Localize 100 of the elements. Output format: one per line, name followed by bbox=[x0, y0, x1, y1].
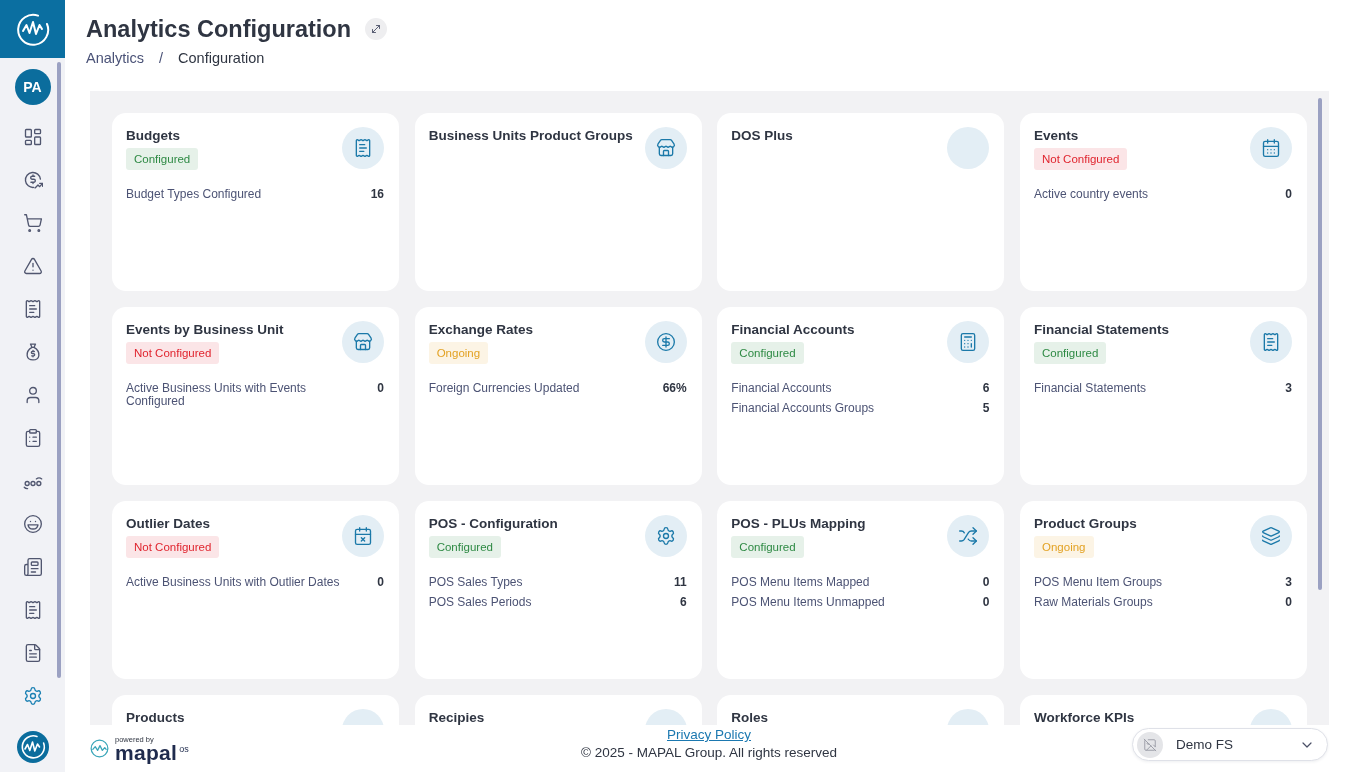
stat-value: 6 bbox=[679, 595, 687, 609]
config-card[interactable]: Budgets Configured Budget Types Configured 16 bbox=[112, 113, 399, 291]
config-card[interactable]: Products bbox=[112, 695, 399, 725]
receipt-icon bbox=[1250, 321, 1292, 363]
config-card[interactable]: Events Not Configured Active country events 0 bbox=[1020, 113, 1307, 291]
stat-label: Budget Types Configured bbox=[126, 187, 262, 201]
stat-label: Financial Accounts bbox=[731, 381, 832, 395]
config-card[interactable]: Product Groups Ongoing POS Menu Item Groups 3 Raw Materials Groups 0 bbox=[1020, 501, 1307, 679]
card-title: Outlier Dates bbox=[126, 515, 211, 531]
image-icon bbox=[1137, 731, 1163, 758]
card-title: DOS Plus bbox=[731, 127, 793, 143]
stat-value: 0 bbox=[982, 575, 990, 589]
breadcrumb-separator: / bbox=[159, 50, 164, 66]
stat-value: 0 bbox=[1285, 187, 1292, 201]
breadcrumb-link[interactable]: Analytics bbox=[86, 50, 145, 66]
settings-icon bbox=[644, 515, 687, 557]
status-badge: Configured bbox=[428, 535, 501, 558]
config-card[interactable]: POS - PLUs Mapping Configured POS Menu Items Mapped 0 POS Menu Items Unmapped 0 bbox=[717, 501, 1005, 679]
config-card[interactable]: DOS Plus bbox=[717, 113, 1005, 291]
settings-icon bbox=[22, 685, 43, 706]
config-card[interactable]: Exchange Rates Ongoing Foreign Currencies Updated 66% bbox=[414, 307, 702, 485]
config-card[interactable]: Financial Accounts Configured Financial Accounts 6 Financial Accounts Groups 5 bbox=[717, 307, 1005, 485]
stat-label: POS Menu Items Unmapped bbox=[731, 595, 885, 609]
brand-suffix: os bbox=[179, 743, 189, 754]
newspaper-icon bbox=[22, 556, 43, 577]
stat-value: 3 bbox=[1285, 381, 1292, 395]
stat-label: Active Business Units with Events Configured bbox=[126, 381, 308, 408]
card-title: Products bbox=[126, 709, 185, 725]
card-title: Business Units Product Groups bbox=[428, 127, 633, 143]
config-card[interactable]: Roles bbox=[717, 695, 1005, 725]
card-title: POS - PLUs Mapping bbox=[731, 515, 866, 531]
card-title: Events bbox=[1034, 127, 1079, 143]
smiley-icon bbox=[22, 513, 43, 534]
stat-value: 0 bbox=[377, 381, 384, 395]
logo-icon[interactable] bbox=[15, 12, 50, 46]
card-title: Recipies bbox=[428, 709, 485, 725]
card-title: Exchange Rates bbox=[428, 321, 533, 337]
warning-icon bbox=[22, 255, 43, 276]
page-title: Analytics Configuration bbox=[86, 15, 352, 44]
shuffle-icon bbox=[947, 515, 990, 557]
card-title: Workforce KPIs bbox=[1034, 709, 1135, 725]
config-card[interactable]: Business Units Product Groups bbox=[414, 113, 702, 291]
config-card[interactable]: Workforce KPIs bbox=[1020, 695, 1307, 725]
card-title: Financial Accounts bbox=[731, 321, 855, 337]
stat-label: POS Menu Item Groups bbox=[1034, 575, 1163, 589]
card-title: Financial Statements bbox=[1034, 321, 1170, 337]
scrollbar[interactable] bbox=[1318, 98, 1322, 590]
store-icon bbox=[342, 321, 384, 363]
expand-button[interactable] bbox=[365, 18, 388, 40]
circle-icon bbox=[947, 127, 990, 169]
privacy-link[interactable]: Privacy Policy bbox=[667, 726, 751, 743]
config-card[interactable]: Recipies bbox=[414, 695, 702, 725]
stat-label: POS Menu Items Mapped bbox=[731, 575, 870, 589]
stat-label: POS Sales Periods bbox=[428, 595, 532, 609]
stat-value: 0 bbox=[1285, 595, 1292, 609]
copyright-text: © 2025 - MAPAL Group. All rights reserved bbox=[580, 744, 838, 761]
config-card[interactable]: POS - Configuration Configured POS Sales Types 11 POS Sales Periods 6 bbox=[414, 501, 702, 679]
stat-value: 3 bbox=[1285, 575, 1292, 589]
status-badge: Ongoing bbox=[1034, 535, 1094, 558]
status-badge: Configured bbox=[731, 341, 804, 364]
stat-value: 66% bbox=[662, 381, 687, 395]
status-badge: Configured bbox=[731, 535, 804, 558]
card-title: Budgets bbox=[126, 127, 180, 143]
stat-label: POS Sales Types bbox=[428, 575, 523, 589]
card-title: POS - Configuration bbox=[428, 515, 558, 531]
status-badge: Configured bbox=[126, 147, 199, 170]
stat-value: 11 bbox=[673, 575, 687, 589]
stat-value: 0 bbox=[982, 595, 990, 609]
logo-icon bbox=[90, 739, 109, 758]
stat-value: 0 bbox=[377, 575, 384, 589]
scrollbar[interactable] bbox=[57, 62, 61, 678]
stat-label: Active Business Units with Outlier Dates bbox=[126, 575, 340, 589]
stat-label: Financial Statements bbox=[1034, 381, 1147, 395]
store-icon bbox=[644, 127, 687, 169]
config-card[interactable]: Outlier Dates Not Configured Active Business Units with Outlier Dates 0 bbox=[112, 501, 399, 679]
stat-label: Financial Accounts Groups bbox=[731, 401, 875, 415]
logo-icon[interactable] bbox=[16, 731, 49, 763]
config-card[interactable]: Events by Business Unit Not Configured Active Business Units with Events Configured 0 bbox=[112, 307, 399, 485]
config-card[interactable]: Financial Statements Configured Financial Statements 3 bbox=[1020, 307, 1307, 485]
stat-value: 16 bbox=[370, 187, 384, 201]
receipt-icon bbox=[342, 127, 384, 169]
status-badge: Not Configured bbox=[126, 535, 220, 558]
brand-wordmark: mapal bbox=[115, 743, 178, 762]
stat-value: 6 bbox=[982, 381, 990, 395]
breadcrumb-current: Configuration bbox=[178, 50, 265, 66]
dashboard-icon bbox=[22, 126, 43, 147]
card-title: Roles bbox=[731, 709, 769, 725]
cart-icon bbox=[22, 212, 43, 233]
account-select[interactable]: Demo FS bbox=[1132, 728, 1328, 761]
status-badge: Configured bbox=[1034, 341, 1107, 364]
status-badge: Ongoing bbox=[428, 341, 489, 364]
card-title: Events by Business Unit bbox=[126, 321, 284, 337]
user-avatar[interactable]: PA bbox=[14, 69, 51, 105]
status-badge: Not Configured bbox=[1034, 147, 1128, 170]
layers-icon bbox=[1250, 515, 1292, 557]
stat-label: Foreign Currencies Updated bbox=[428, 381, 580, 395]
stat-label: Raw Materials Groups bbox=[1034, 595, 1153, 609]
dollar-trend-icon bbox=[22, 169, 43, 190]
dollar-circle-icon bbox=[644, 321, 687, 363]
card-title: Product Groups bbox=[1034, 515, 1137, 531]
